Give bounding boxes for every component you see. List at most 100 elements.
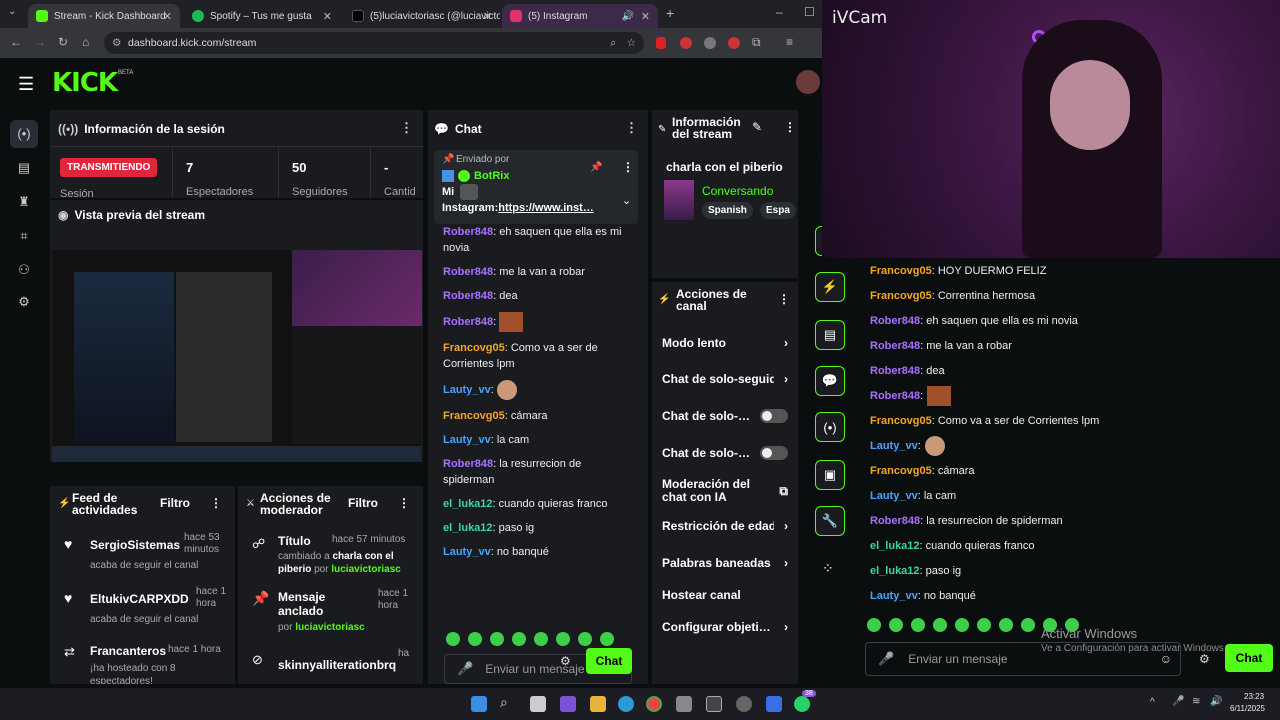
overlay-chat-input[interactable]: 🎤 Enviar un mensaje ☺ (865, 642, 1181, 676)
chat-user[interactable]: Rober848 (870, 313, 920, 329)
chat-user[interactable]: Rober848 (443, 226, 493, 238)
chat-user[interactable]: Lauty_vv (443, 546, 491, 558)
emote-icon[interactable] (977, 618, 991, 632)
menu-age-restriction[interactable]: Restricción de edad › (662, 519, 788, 533)
url-input[interactable]: ⚙ dashboard.kick.com/stream ⌕ ☆ (104, 32, 644, 54)
menu-banned-words[interactable]: Palabras baneadas › (662, 556, 788, 570)
chat-send-button[interactable]: Chat (586, 648, 632, 674)
emote-icon[interactable] (933, 618, 947, 632)
pinned-link[interactable]: https://www.inst… (498, 202, 594, 214)
toggle-switch[interactable] (760, 446, 788, 460)
bookmark-star-icon[interactable]: ☆ (627, 37, 636, 49)
more-dots-icon[interactable]: ⁘ (822, 560, 834, 577)
settings-gear-icon[interactable]: ⚙ (12, 294, 36, 314)
edit-icon[interactable]: ✎ (752, 120, 762, 134)
search-icon[interactable]: ⌕ (500, 694, 516, 710)
hamburger-menu-icon[interactable]: ☰ (18, 74, 34, 95)
extension-icon[interactable] (656, 37, 666, 49)
app-icon[interactable] (706, 696, 722, 712)
wifi-icon[interactable]: ≋ (1192, 696, 1200, 707)
emote-icon[interactable] (446, 632, 460, 646)
clock-time[interactable]: 23:23 (1244, 692, 1264, 701)
quick-notes-button[interactable]: ▤ (815, 320, 845, 350)
activity-name[interactable]: SergioSistemas (90, 538, 180, 552)
quick-broadcast-button[interactable]: (•) (815, 412, 845, 442)
menu-subscribers-only[interactable]: Chat de solo-… (662, 409, 788, 423)
chat-user[interactable]: Francovg05 (443, 342, 505, 354)
emote-icon[interactable] (534, 632, 548, 646)
desc-user[interactable]: luciavictoriasc (331, 564, 400, 575)
category-name[interactable]: Conversando (702, 184, 773, 198)
task-view-icon[interactable] (530, 696, 546, 712)
chat-user[interactable]: Rober848 (443, 458, 493, 470)
community-icon[interactable]: ⚇ (12, 262, 36, 282)
menu-followers-only[interactable]: Chat de solo-seguid › (662, 372, 788, 386)
whatsapp-icon[interactable] (794, 696, 810, 712)
forward-icon[interactable]: → (34, 35, 46, 49)
emote-icon[interactable] (490, 632, 504, 646)
tab-spotify[interactable]: Spotify – Tus me gusta ✕ (184, 4, 340, 28)
reload-icon[interactable]: ↻ (58, 35, 68, 49)
chat-user[interactable]: el_luka12 (443, 498, 493, 510)
chat-settings-gear-icon[interactable]: ⚙ (560, 654, 571, 668)
chat-user[interactable]: el_luka12 (870, 563, 920, 579)
more-options-icon[interactable]: ⋮ (778, 292, 790, 306)
activity-name[interactable]: Francanteros (90, 644, 166, 658)
emote-icon[interactable] (955, 618, 969, 632)
chat-user[interactable]: Lauty_vv (870, 588, 918, 604)
maximize-button[interactable]: ☐ (804, 5, 815, 19)
tab-tiktok[interactable]: (5)luciavictoriasc (@luciavictori… ✕ (344, 4, 500, 28)
clip-icon[interactable]: ⌗ (12, 228, 36, 248)
tab-search-icon[interactable]: ⌄ (8, 6, 16, 17)
close-icon[interactable]: ✕ (323, 10, 332, 23)
analytics-icon[interactable]: ▤ (12, 160, 36, 180)
close-icon[interactable]: ✕ (483, 10, 492, 23)
desc-user[interactable]: luciavictoriasc (295, 622, 364, 633)
chat-user[interactable]: Rober848 (443, 266, 493, 278)
chat-user[interactable]: Francovg05 (870, 413, 932, 429)
volume-icon[interactable]: 🔊 (1210, 696, 1222, 707)
chevron-down-icon[interactable]: ⌄ (622, 194, 631, 207)
extension-icon[interactable] (680, 37, 692, 49)
menu-goals[interactable]: Configurar objeti… › (662, 620, 788, 634)
extension-icon[interactable] (728, 37, 740, 49)
emote-icon[interactable] (556, 632, 570, 646)
tag-chip[interactable]: Spanish (702, 202, 753, 219)
menu-emotes-only[interactable]: Chat de solo-… (662, 446, 788, 460)
quick-camera-button[interactable]: ▣ (815, 460, 845, 490)
zoom-icon[interactable]: ⌕ (610, 37, 616, 50)
toggle-switch[interactable] (760, 409, 788, 423)
chat-settings-gear-icon[interactable]: ⚙ (1199, 652, 1210, 666)
tab-instagram[interactable]: (5) Instagram 🔊 ✕ (502, 4, 658, 28)
tag-chip[interactable]: Espa (760, 202, 796, 219)
quick-bolt-button[interactable]: ⚡ (815, 272, 845, 302)
copilot-icon[interactable] (560, 696, 576, 712)
new-tab-button[interactable]: + (666, 5, 674, 21)
chat-user[interactable]: Lauty_vv (870, 438, 918, 454)
microphone-icon[interactable]: 🎤 (878, 651, 894, 667)
mic-tray-icon[interactable]: 🎤 (1172, 696, 1184, 707)
minimize-button[interactable]: – (776, 5, 783, 19)
emote-icon[interactable] (911, 618, 925, 632)
more-options-icon[interactable]: ⋮ (398, 496, 410, 510)
chat-user[interactable]: Lauty_vv (870, 488, 918, 504)
chat-user[interactable]: Francovg05 (870, 288, 932, 304)
more-options-icon[interactable]: ⋮ (625, 120, 638, 136)
chat-user[interactable]: Lauty_vv (443, 434, 491, 446)
emote-icon[interactable] (468, 632, 482, 646)
emote-icon[interactable] (999, 618, 1013, 632)
reading-list-icon[interactable]: ≡ (786, 35, 793, 49)
microphone-icon[interactable]: 🎤 (457, 661, 473, 677)
home-icon[interactable]: ⌂ (82, 35, 89, 49)
filter-button[interactable]: Filtro (348, 496, 378, 510)
filter-button[interactable]: Filtro (160, 496, 190, 510)
chrome-icon[interactable] (646, 696, 662, 712)
extensions-puzzle-icon[interactable]: ⧉ (752, 35, 761, 50)
menu-host-channel[interactable]: Hostear canal (662, 588, 788, 602)
more-options-icon[interactable]: ⋮ (784, 120, 796, 134)
activity-name[interactable]: EltukivCARPXDD (90, 592, 189, 606)
tab-kick-dashboard[interactable]: Stream - Kick Dashboard ✕ (28, 4, 180, 28)
speaker-icon[interactable]: 🔊 (622, 11, 634, 22)
site-info-icon[interactable]: ⚙ (112, 37, 121, 49)
chat-user[interactable]: Lauty_vv (443, 384, 491, 396)
